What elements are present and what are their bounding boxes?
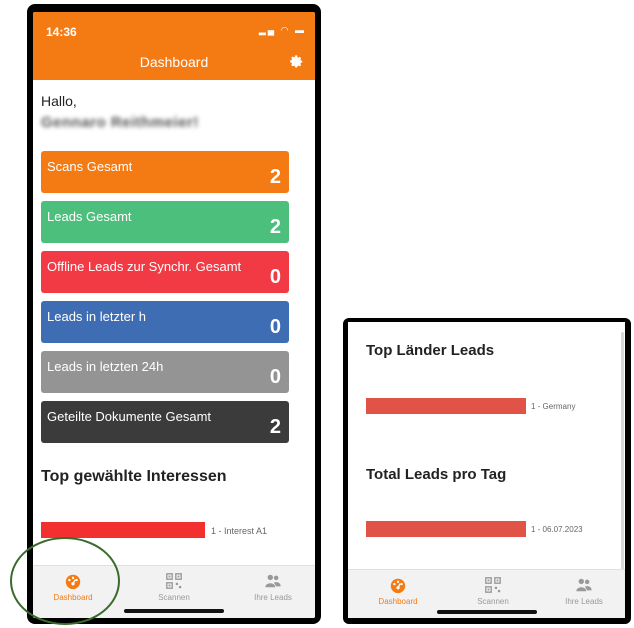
- app-header: 14:36 ▂▄ ◠ ▬ Dashboard: [33, 12, 315, 80]
- tab-bar: Dashboard Scannen Ihre Leads: [348, 569, 625, 618]
- qr-code-icon: [485, 577, 501, 593]
- qr-code-icon: [166, 573, 182, 589]
- tile-value: 0: [269, 366, 281, 388]
- tab-label: Scannen: [158, 593, 190, 602]
- greeting-text: Hallo,: [41, 93, 77, 109]
- status-time: 14:36: [46, 25, 77, 39]
- tab-label: Ihre Leads: [565, 597, 603, 606]
- phone-dashboard: 14:36 ▂▄ ◠ ▬ Dashboard Hallo, Gennaro Re…: [27, 4, 321, 624]
- user-name: Gennaro Reithmeier!: [41, 114, 199, 131]
- tab-label: Ihre Leads: [254, 593, 292, 602]
- dashboard-screen: 14:36 ▂▄ ◠ ▬ Dashboard Hallo, Gennaro Re…: [33, 12, 315, 618]
- tab-scan[interactable]: Scannen: [134, 572, 214, 602]
- perday-title: Total Leads pro Tag: [366, 466, 507, 483]
- tile-leads-last-24h[interactable]: Leads in letzten 24h 0: [41, 351, 289, 393]
- tab-leads[interactable]: Ihre Leads: [544, 576, 624, 606]
- interests-title: Top gewählte Interessen: [41, 468, 227, 485]
- tile-value: 0: [269, 266, 281, 288]
- country-bar-label: 1 - Germany: [531, 402, 576, 411]
- tile-shared-documents[interactable]: Geteilte Dokumente Gesamt 2: [41, 401, 289, 443]
- tab-leads[interactable]: Ihre Leads: [233, 572, 313, 602]
- tab-label: Scannen: [477, 597, 509, 606]
- countries-title: Top Länder Leads: [366, 342, 495, 359]
- tile-label: Scans Gesamt: [47, 159, 133, 174]
- tile-label: Leads in letzten 24h: [47, 359, 164, 374]
- country-bar: [366, 398, 526, 414]
- gear-icon[interactable]: [288, 53, 304, 69]
- tab-scan[interactable]: Scannen: [453, 576, 533, 606]
- dashboard-screen-scrolled: Top Länder Leads 1 - Germany Total Leads…: [348, 322, 625, 618]
- tile-value: 2: [269, 216, 281, 238]
- tile-leads-last-hour[interactable]: Leads in letzter h 0: [41, 301, 289, 343]
- users-icon: [265, 574, 281, 588]
- tile-label: Leads Gesamt: [47, 209, 132, 224]
- home-indicator: [124, 609, 224, 613]
- tile-value: 2: [269, 416, 281, 438]
- tile-scans-total[interactable]: Scans Gesamt 2: [41, 151, 289, 193]
- dashboard-gauge-icon: [390, 578, 406, 594]
- home-indicator: [436, 610, 537, 614]
- phone-dashboard-scrolled: Top Länder Leads 1 - Germany Total Leads…: [343, 318, 631, 624]
- tile-value: 2: [269, 166, 281, 188]
- interest-bar-label: 1 - Interest A1: [211, 526, 268, 536]
- tile-label: Geteilte Dokumente Gesamt: [47, 409, 212, 424]
- highlight-circle: [10, 537, 120, 625]
- tile-label: Leads in letzter h: [47, 309, 147, 324]
- scrollbar[interactable]: [621, 332, 624, 572]
- tile-leads-total[interactable]: Leads Gesamt 2: [41, 201, 289, 243]
- tile-offline-leads[interactable]: Offline Leads zur Synchr. Gesamt 0: [41, 251, 289, 293]
- tile-label: Offline Leads zur Synchr. Gesamt: [47, 259, 242, 274]
- perday-bar: [366, 521, 526, 537]
- tab-dashboard[interactable]: Dashboard: [358, 576, 438, 606]
- interest-bar: [41, 522, 205, 538]
- tab-label: Dashboard: [378, 597, 418, 606]
- tile-value: 0: [269, 316, 281, 338]
- users-icon: [576, 578, 592, 592]
- page-title: Dashboard: [139, 54, 209, 70]
- status-icons: ▂▄ ◠ ▬: [258, 25, 306, 35]
- perday-bar-label: 1 - 06.07.2023: [531, 525, 583, 534]
